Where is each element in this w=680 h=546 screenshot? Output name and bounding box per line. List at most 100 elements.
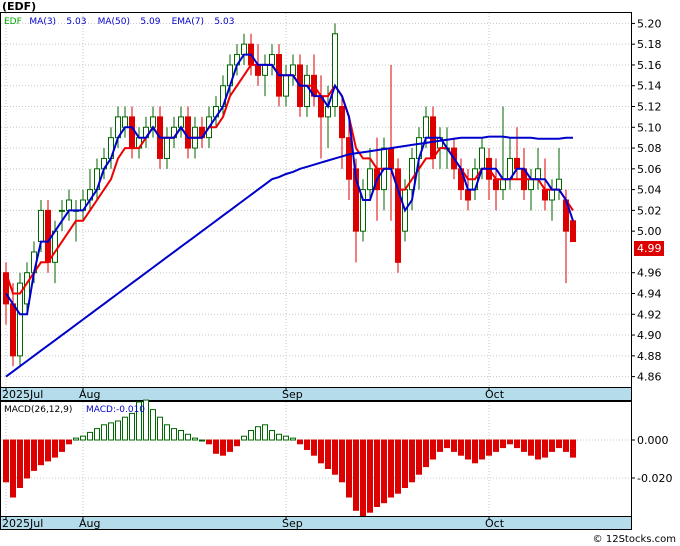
candle-body	[164, 137, 170, 159]
price-y-tick-label: 5.06	[637, 163, 662, 176]
macd-bar	[45, 439, 51, 462]
price-y-tick-label: 5.10	[637, 121, 662, 134]
macd-bar	[3, 439, 9, 483]
legend-item: 5.03	[214, 17, 234, 27]
candle-body	[367, 168, 373, 191]
candle-body	[549, 189, 555, 201]
macd-bar	[570, 439, 576, 458]
macd-bar	[269, 430, 275, 441]
macd-bar	[563, 439, 569, 452]
macd-bar	[528, 439, 534, 456]
macd-bar	[304, 439, 310, 450]
macd-bar	[178, 430, 184, 441]
candle-body	[500, 178, 506, 191]
macd-bar	[248, 430, 254, 441]
macd-bar	[24, 439, 30, 479]
macd-bar	[486, 439, 492, 456]
macd-bar	[94, 428, 100, 441]
candle-body	[38, 209, 44, 243]
macd-bar	[395, 439, 401, 494]
legend-item: MA(3)	[29, 17, 56, 27]
macd-bar	[283, 435, 289, 441]
macd-label: MACD(26,12,9)	[4, 405, 72, 415]
macd-bar	[458, 439, 464, 456]
price-y-tick-label: 4.94	[637, 288, 662, 301]
price-y-tick-label: 5.00	[637, 225, 662, 238]
macd-bar	[157, 416, 163, 441]
macd-bar	[108, 422, 114, 441]
macd-bar	[416, 439, 422, 475]
macd-bar	[220, 439, 226, 456]
macd-bar	[171, 428, 177, 441]
candle-body	[332, 33, 338, 107]
macd-bar	[101, 424, 107, 441]
macd-bar	[66, 439, 72, 445]
price-x-tick-label: Sep	[282, 388, 303, 401]
legend-item: EDF	[4, 17, 22, 27]
candle-body	[465, 189, 471, 201]
candle-body	[283, 74, 289, 97]
macd-bar	[206, 439, 212, 445]
macd-bar	[122, 416, 128, 441]
macd-bar	[276, 433, 282, 441]
macd-bar	[38, 439, 44, 466]
macd-bar	[514, 439, 520, 449]
candle-body	[556, 178, 562, 191]
price-x-tick-label: Aug	[79, 388, 100, 401]
macd-bar	[556, 439, 562, 449]
macd-bar	[507, 439, 513, 445]
price-y-tick-label: 4.96	[637, 267, 662, 280]
indicator-legend: EDF MA(3) 5.03 MA(50) 5.09 EMA(7) 5.03	[4, 17, 234, 27]
macd-bar	[465, 439, 471, 460]
candle-body	[45, 209, 51, 263]
macd-bar	[213, 439, 219, 454]
price-y-tick-label: 4.86	[637, 371, 662, 384]
price-x-tick-label: 2025Jul	[2, 388, 43, 401]
candle-body	[493, 178, 499, 191]
macd-bar	[374, 439, 380, 507]
candle-body	[129, 116, 135, 149]
macd-bar	[199, 439, 205, 442]
price-y-tick-label: 5.04	[637, 184, 662, 197]
candle-body	[255, 64, 261, 76]
price-y-tick-label: 5.20	[637, 17, 662, 30]
macd-bar	[472, 439, 478, 464]
macd-x-tick-label: Sep	[282, 517, 303, 530]
price-panel-frame	[0, 12, 632, 388]
macd-bar	[31, 439, 37, 471]
macd-bar	[402, 439, 408, 488]
price-y-tick-label: 5.16	[637, 59, 662, 72]
macd-bar	[339, 439, 345, 483]
candle-body	[185, 116, 191, 149]
candle-body	[290, 64, 296, 76]
candle-body	[122, 116, 128, 128]
macd-bar	[192, 437, 198, 441]
candle-body	[542, 189, 548, 201]
candle-body	[570, 220, 576, 243]
macd-bar	[234, 439, 240, 447]
macd-bar	[367, 439, 373, 513]
macd-bar	[444, 439, 450, 449]
price-y-tick-label: 5.14	[637, 80, 662, 93]
candle-body	[479, 147, 485, 170]
symbol-label: (EDF)	[2, 0, 36, 13]
macd-bar	[262, 424, 268, 441]
candle-body	[346, 137, 352, 180]
macd-bar	[255, 426, 261, 441]
last-price-label: 4.99	[637, 242, 662, 255]
candle-body	[388, 147, 394, 170]
macd-bar	[290, 437, 296, 441]
price-y-axis: 4.86 4.88 4.90 4.92 4.94 4.96 5.00 5.02 5.04 5.06…	[631, 17, 662, 384]
price-y-tick-label: 5.02	[637, 204, 662, 217]
price-y-tick-label: 5.12	[637, 101, 662, 114]
macd-bar	[388, 439, 394, 498]
macd-bar	[80, 435, 86, 441]
legend-item: EMA(7)	[172, 17, 204, 27]
macd-bar	[59, 439, 65, 452]
macd-bar	[10, 439, 16, 498]
macd-bar	[318, 439, 324, 464]
macd-bar	[164, 424, 170, 441]
macd-bar	[73, 437, 79, 441]
watermark: © 12Stocks.com	[593, 534, 676, 545]
macd-bar	[346, 439, 352, 498]
